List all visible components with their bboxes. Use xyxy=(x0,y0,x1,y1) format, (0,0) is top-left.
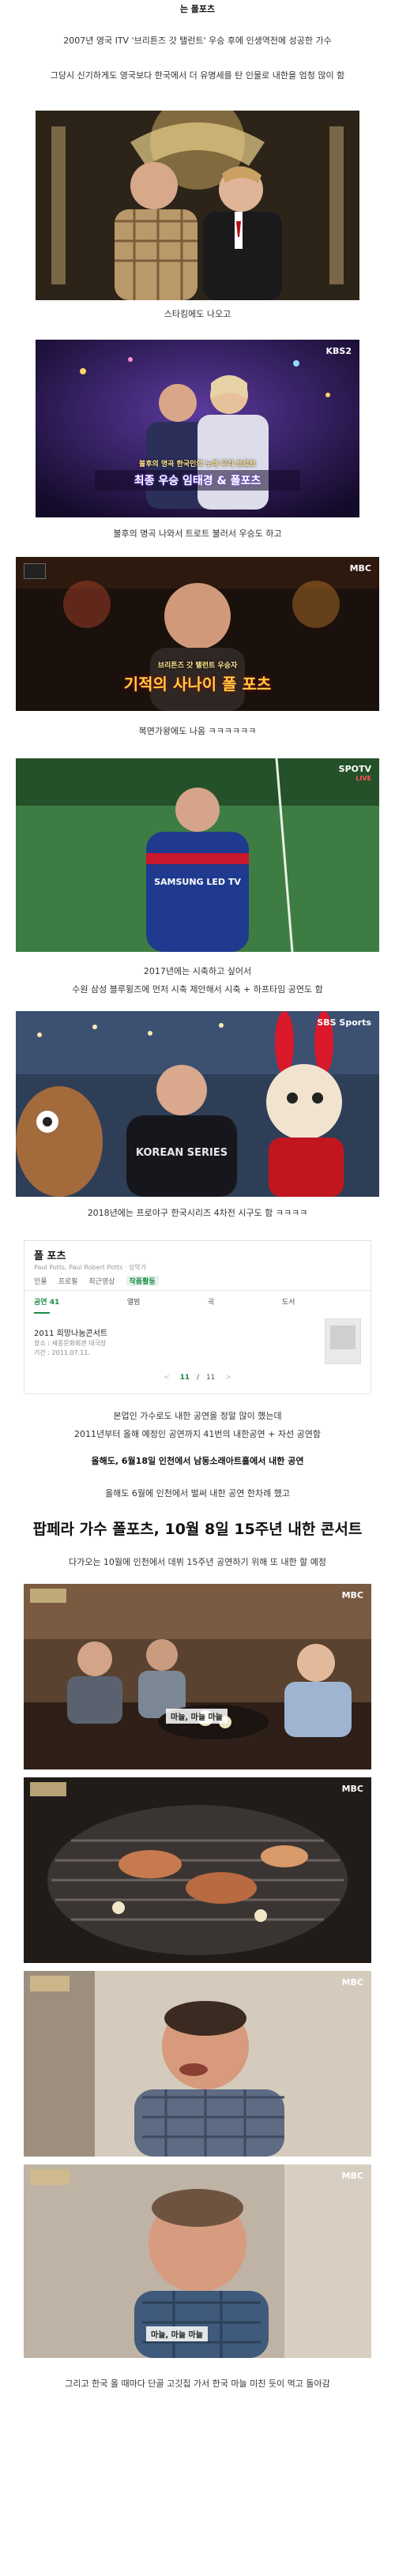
photo-stadium: SPOTV LIVE SAMSUNG LED TV xyxy=(16,758,379,952)
total-pages: 11 xyxy=(205,1374,216,1382)
text-line: 올해도, 6월18일 인천에서 남동소래아트홀에서 내한 공연 xyxy=(91,1456,304,1466)
pagination: < 11 / 11 > xyxy=(24,1374,371,1382)
concert-item-place: 장소 : 세종문화회관 대극장 xyxy=(34,1340,107,1347)
next-page-button[interactable]: > xyxy=(225,1374,231,1382)
spotv-label: SPOTV xyxy=(338,764,371,774)
program-logo xyxy=(30,1976,70,1991)
pager-separator: / xyxy=(197,1374,200,1382)
subtab-concert[interactable]: 공연 41 xyxy=(34,1296,59,1307)
text-line: 불후의 명곡 나와서 트로트 불러서 우승도 하고 xyxy=(113,528,282,539)
garlic-caption: 마늘, 마늘 마늘 xyxy=(146,2326,208,2341)
program-logo xyxy=(30,1589,66,1603)
mbc-logo: MBC xyxy=(341,1590,363,1600)
caption-small: 브리튼즈 갓 탤런트 우승자 xyxy=(157,662,238,670)
concert-item-title[interactable]: 2011 희망나눔콘서트 xyxy=(34,1326,107,1338)
photo-restaurant: MBC 마늘, 마늘 마늘 xyxy=(24,1584,371,1769)
text-line: 2017년에는 시축하고 싶어서 xyxy=(143,966,252,976)
program-logo xyxy=(30,2169,70,2185)
broadcast-caption: 불후의 명곡 한국인의 노래 우리 트로트 최종 우승 임태경 & 폴포츠 xyxy=(95,458,300,491)
eating-illustration xyxy=(24,1971,371,2157)
text-line: 2011년부터 올해 예정인 공연까지 41번의 내한공연 + 자선 공연함 xyxy=(74,1429,321,1439)
program-logo xyxy=(30,1782,66,1796)
mbc-logo: MBC xyxy=(341,1784,363,1794)
mbc-logo: MBC xyxy=(341,2171,363,2181)
photo-eating: MBC xyxy=(24,1971,371,2157)
mbc-logo: MBC xyxy=(349,563,371,573)
news-headline: 팝페라 가수 폴포츠, 10월 8일 15주년 내한 콘서트 xyxy=(32,1521,363,1538)
text-line: 그당시 신기하게도 영국보다 한국에서 더 유명세를 탄 인물로 내한을 엄청 … xyxy=(50,70,345,81)
mbc-logo: MBC xyxy=(341,1977,363,1987)
grill-illustration xyxy=(24,1777,371,1963)
text-line: 본업인 가수로도 내한 공연을 정말 많이 했는데 xyxy=(113,1411,282,1421)
tab-works[interactable]: 작품활동 xyxy=(126,1276,159,1286)
concert-poster-thumbnail[interactable] xyxy=(325,1318,361,1364)
text-line: 다가오는 10월에 인천에서 데뷔 15주년 공연하기 위해 또 내한 할 예정 xyxy=(68,1557,327,1567)
caption-big: 최종 우승 임태경 & 폴포츠 xyxy=(95,470,300,491)
immortal-songs-illustration xyxy=(36,340,359,517)
jersey-text: KOREAN SERIES xyxy=(135,1147,228,1159)
text-line: 는 폴포츠 xyxy=(179,4,216,14)
sbs-sports-logo: SBS Sports xyxy=(317,1017,371,1028)
live-label: LIVE xyxy=(356,775,371,782)
card-title: 폴 포츠 xyxy=(34,1250,66,1262)
card-subtitle: Paul Potts, Paul Robert Potts · 성악가 xyxy=(34,1264,147,1271)
text-line: 복면가왕에도 나옴 ㅋㅋㅋㅋㅋㅋ xyxy=(138,726,257,736)
jersey-sponsor: SAMSUNG LED TV xyxy=(154,877,241,887)
current-page: 11 xyxy=(179,1374,190,1382)
text-line: 그리고 한국 올 때마다 단골 고깃집 가서 한국 마늘 미친 듯이 먹고 돌아… xyxy=(65,2379,330,2389)
baseball-illustration xyxy=(16,1011,379,1197)
text-line: 올해도 6월에 인천에서 벌써 내한 공연 한차례 했고 xyxy=(105,1488,290,1499)
photo-mask-singer: MBC 브리튼즈 갓 탤런트 우승자 기적의 사나이 폴 포츠 xyxy=(16,557,379,711)
broadcast-caption: 브리튼즈 갓 탤런트 우승자 기적의 사나이 폴 포츠 xyxy=(79,660,316,694)
text-line: 2018년에는 프로야구 한국시리즈 4차전 시구도 함 ㅋㅋㅋㅋ xyxy=(87,1208,308,1218)
tab-profile[interactable]: 프로필 xyxy=(58,1276,78,1286)
photo-grill: MBC xyxy=(24,1777,371,1963)
photo-baseball: SBS Sports KOREAN SERIES xyxy=(16,1011,379,1197)
tab-profile-person[interactable]: 인물 xyxy=(34,1276,47,1286)
subtab-album[interactable]: 앨범 xyxy=(127,1296,141,1307)
spotv-logo: SPOTV LIVE xyxy=(339,765,371,784)
page: 는 폴포츠 2007년 영국 ITV '브리튼즈 갓 탤런트' 우승 후에 인생… xyxy=(0,0,395,2576)
divider xyxy=(24,1290,371,1291)
photo-starking-stage xyxy=(36,111,359,300)
subtab-book[interactable]: 도서 xyxy=(282,1296,295,1307)
text-line: 스타킹에도 나오고 xyxy=(164,309,231,319)
subtab-song[interactable]: 곡 xyxy=(208,1296,214,1307)
stadium-illustration xyxy=(16,758,379,952)
photo-immortal-songs: KBS2 불후의 명곡 한국인의 노래 우리 트로트 최종 우승 임태경 & 폴… xyxy=(36,340,359,517)
prev-page-button[interactable]: < xyxy=(164,1374,170,1382)
concert-item-date: 기간 : 2011.07.11. xyxy=(34,1349,90,1356)
garlic-caption: 마늘, 마늘 마늘 xyxy=(166,1709,228,1724)
card-tabs: 인물 프로필 최근영상 작품활동 xyxy=(34,1276,159,1286)
caption-small: 불후의 명곡 한국인의 노래 우리 트로트 xyxy=(138,461,257,468)
search-result-card: 폴 포츠 Paul Potts, Paul Robert Potts · 성악가… xyxy=(24,1240,371,1394)
photo-eating-closeup: MBC 마늘, 마늘 마늘 xyxy=(24,2164,371,2358)
text-line: 2007년 영국 ITV '브리튼즈 갓 탤런트' 우승 후에 인생역전에 성공… xyxy=(63,36,332,46)
poster-image xyxy=(330,1326,356,1349)
card-subtabs: 공연 41 앨범 곡 도서 xyxy=(34,1296,363,1307)
stage-illustration xyxy=(36,111,359,300)
tab-recent-video[interactable]: 최근영상 xyxy=(88,1276,115,1286)
subtab-indicator xyxy=(34,1312,50,1314)
caption-big: 기적의 사나이 폴 포츠 xyxy=(123,675,272,694)
text-line: 수원 삼성 블루윙즈에 먼저 시축 제안해서 시축 + 하프타임 공연도 함 xyxy=(72,984,323,995)
channel-badge xyxy=(24,563,46,579)
restaurant-illustration xyxy=(24,1584,371,1769)
kbs-logo: KBS2 xyxy=(325,346,352,356)
